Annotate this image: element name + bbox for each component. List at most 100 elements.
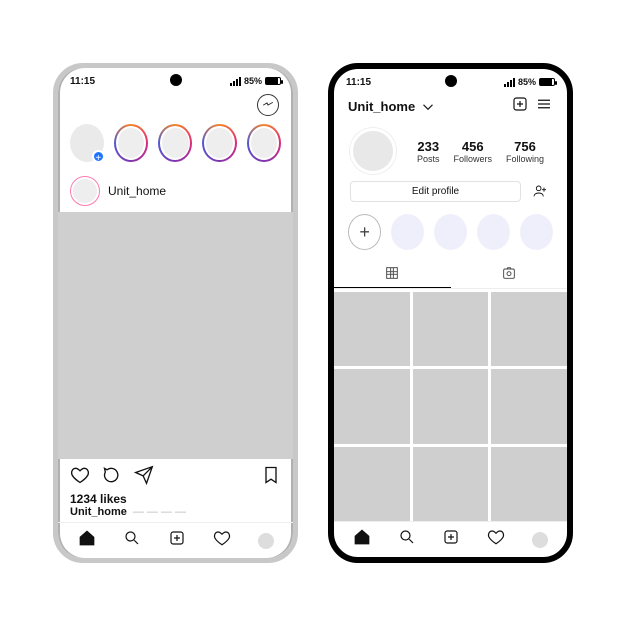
menu-icon — [535, 95, 553, 113]
bookmark-icon — [261, 465, 281, 485]
share-button[interactable] — [134, 465, 154, 490]
nav-profile[interactable] — [532, 532, 548, 548]
search-icon — [123, 529, 141, 547]
post-thumbnail[interactable] — [413, 292, 489, 366]
clock: 11:15 — [70, 76, 95, 87]
post-thumbnail[interactable] — [413, 369, 489, 443]
add-person-icon — [532, 183, 548, 199]
nav-add[interactable] — [168, 529, 186, 552]
battery-icon — [265, 77, 281, 85]
nav-home[interactable] — [78, 529, 96, 552]
post-thumbnail[interactable] — [491, 447, 567, 521]
stat-count: 456 — [453, 139, 492, 154]
nav-profile[interactable] — [258, 533, 274, 549]
profile-header: 233 Posts 456 Followers 756 Following — [334, 122, 567, 180]
tagged-icon — [501, 265, 517, 281]
save-button[interactable] — [261, 465, 281, 490]
search-icon — [398, 528, 416, 546]
edit-profile-row: Edit profile — [334, 180, 567, 208]
edit-profile-button[interactable]: Edit profile — [350, 181, 521, 202]
caption-username[interactable]: Unit_home — [70, 506, 127, 518]
post-thumbnail[interactable] — [491, 292, 567, 366]
send-icon — [134, 465, 154, 485]
nav-activity[interactable] — [213, 529, 231, 552]
like-button[interactable] — [70, 465, 90, 490]
signal-icon — [504, 78, 515, 87]
heart-icon — [70, 465, 90, 485]
post-thumbnail[interactable] — [491, 369, 567, 443]
heart-icon — [487, 528, 505, 546]
story-item[interactable] — [247, 124, 281, 162]
caption-text: — — — — — [133, 506, 186, 518]
post-thumbnail[interactable] — [334, 292, 410, 366]
handle-text: Unit_home — [348, 99, 415, 114]
signal-icon — [230, 77, 241, 86]
highlight-item[interactable] — [434, 214, 467, 250]
highlight-item[interactable] — [477, 214, 510, 250]
highlights-row: + — [334, 208, 567, 258]
tab-tagged[interactable] — [451, 258, 568, 288]
post-image[interactable] — [58, 212, 293, 459]
highlight-item[interactable] — [520, 214, 553, 250]
messenger-button[interactable] — [257, 94, 279, 116]
chevron-down-icon — [419, 98, 437, 116]
clock: 11:15 — [346, 77, 371, 88]
plus-square-icon — [442, 528, 460, 546]
post-thumbnail[interactable] — [413, 447, 489, 521]
story-item[interactable] — [158, 124, 192, 162]
highlight-item[interactable] — [391, 214, 424, 250]
post-caption: Unit_home — — — — — [58, 506, 293, 522]
phone-profile: 11:15 85% Unit_home 233 Posts 456 Follow… — [328, 63, 573, 563]
stat-count: 233 — [417, 139, 440, 154]
post-username[interactable]: Unit_home — [108, 184, 166, 198]
post-avatar[interactable] — [70, 176, 100, 206]
battery-icon — [539, 78, 555, 86]
post-header: Unit_home — [58, 170, 293, 212]
profile-stats: 233 Posts 456 Followers 756 Following — [410, 139, 551, 164]
stat-posts[interactable]: 233 Posts — [417, 139, 440, 164]
profile-topbar: Unit_home — [334, 91, 567, 122]
nav-activity[interactable] — [487, 528, 505, 551]
story-add[interactable]: + — [70, 124, 104, 162]
nav-search[interactable] — [123, 529, 141, 552]
post-actions — [58, 459, 293, 492]
plus-square-icon — [511, 95, 529, 113]
comment-button[interactable] — [102, 465, 122, 490]
nav-home[interactable] — [353, 528, 371, 551]
likes-count[interactable]: 1234 likes — [58, 492, 293, 506]
profile-tabs — [334, 258, 567, 289]
post-thumbnail[interactable] — [334, 369, 410, 443]
post-thumbnail[interactable] — [334, 447, 410, 521]
stories-row: + — [58, 120, 293, 170]
profile-avatar[interactable] — [350, 128, 396, 174]
bottom-nav — [58, 522, 293, 558]
battery-pct: 85% — [244, 76, 262, 86]
create-button[interactable] — [511, 95, 529, 118]
comment-icon — [102, 465, 122, 485]
heart-icon — [213, 529, 231, 547]
plus-square-icon — [168, 529, 186, 547]
home-icon — [78, 529, 96, 547]
menu-button[interactable] — [535, 95, 553, 118]
discover-people-button[interactable] — [529, 180, 551, 202]
phone-feed: 11:15 85% + Unit_home — [53, 63, 298, 563]
grid-icon — [384, 265, 400, 281]
tab-grid[interactable] — [334, 258, 451, 288]
story-item[interactable] — [202, 124, 236, 162]
nav-search[interactable] — [398, 528, 416, 551]
stat-following[interactable]: 756 Following — [506, 139, 544, 164]
stat-followers[interactable]: 456 Followers — [453, 139, 492, 164]
highlight-add[interactable]: + — [348, 214, 381, 250]
nav-add[interactable] — [442, 528, 460, 551]
story-item[interactable] — [114, 124, 148, 162]
stat-label: Followers — [453, 154, 492, 164]
battery-pct: 85% — [518, 77, 536, 87]
messenger-icon — [262, 99, 274, 111]
profile-handle[interactable]: Unit_home — [348, 98, 505, 116]
camera-notch — [445, 75, 457, 87]
home-icon — [353, 528, 371, 546]
camera-notch — [170, 74, 182, 86]
stat-label: Posts — [417, 154, 440, 164]
feed-post: Unit_home 1234 likes Unit_home — — — — — [58, 170, 293, 522]
plus-icon: + — [92, 150, 105, 163]
